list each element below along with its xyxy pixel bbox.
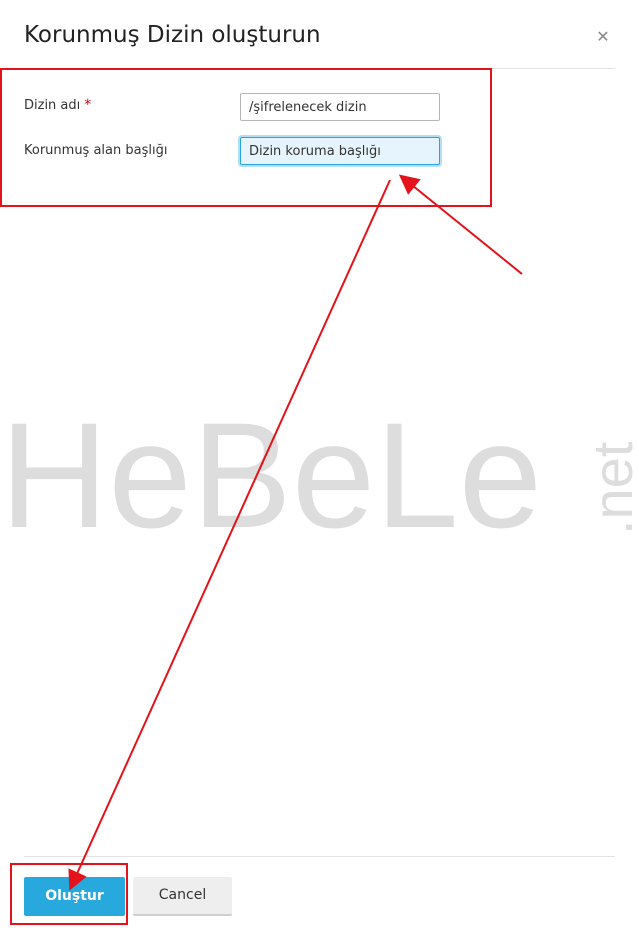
create-button-highlight-box [10, 863, 128, 925]
form-highlight-box [0, 68, 492, 207]
watermark: HeBeLe .net [0, 395, 639, 545]
footer-divider [24, 856, 615, 857]
arrow-to-create-button [68, 179, 391, 891]
watermark-main: HeBeLe [0, 395, 542, 545]
cancel-button[interactable]: Cancel [133, 877, 232, 916]
close-icon[interactable]: ✕ [592, 26, 614, 48]
dialog-title: Korunmuş Dizin oluşturun [24, 22, 321, 48]
create-protected-directory-dialog: Korunmuş Dizin oluşturun ✕ Dizin adı* Ko… [0, 0, 639, 945]
watermark-suffix: .net [581, 441, 639, 535]
